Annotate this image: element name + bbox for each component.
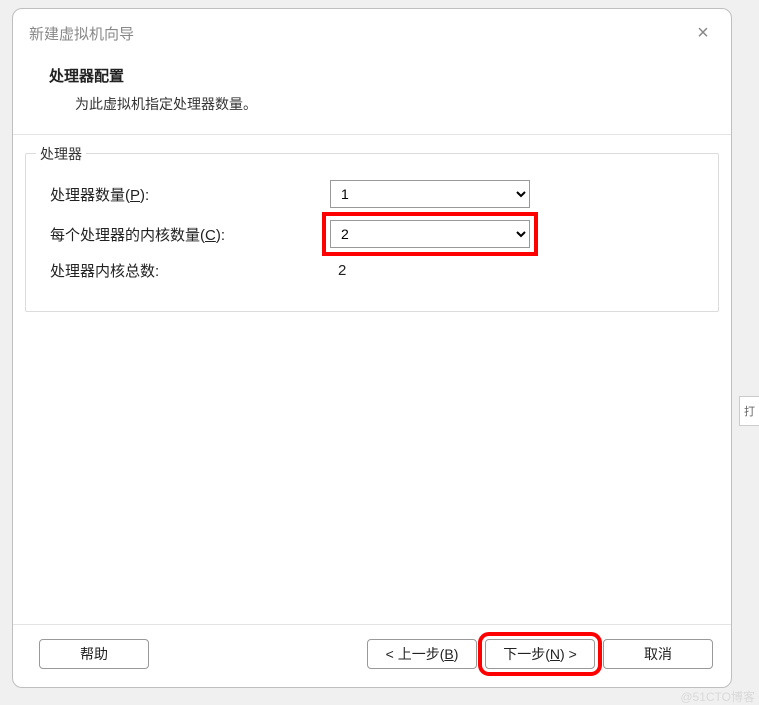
- cores-per-processor-row: 每个处理器的内核数量(C): 2: [50, 220, 704, 248]
- cores-per-processor-label: 每个处理器的内核数量(C):: [50, 224, 330, 245]
- total-cores-value: 2: [330, 262, 346, 279]
- back-button[interactable]: < 上一步(B): [367, 639, 477, 669]
- side-tab[interactable]: 打: [739, 396, 759, 426]
- processor-count-row: 处理器数量(P): 1: [50, 180, 704, 208]
- group-legend: 处理器: [36, 144, 86, 164]
- close-icon[interactable]: ×: [691, 21, 715, 45]
- page-subtitle: 为此虚拟机指定处理器数量。: [49, 94, 695, 114]
- processor-count-select[interactable]: 1: [330, 180, 530, 208]
- wizard-dialog: 新建虚拟机向导 × 处理器配置 为此虚拟机指定处理器数量。 处理器 处理器数量(…: [12, 8, 732, 688]
- next-button[interactable]: 下一步(N) >: [485, 639, 595, 669]
- titlebar: 新建虚拟机向导 ×: [13, 9, 731, 57]
- dialog-title: 新建虚拟机向导: [29, 23, 691, 44]
- total-cores-row: 处理器内核总数: 2: [50, 260, 704, 281]
- help-button[interactable]: 帮助: [39, 639, 149, 669]
- header: 处理器配置 为此虚拟机指定处理器数量。: [13, 57, 731, 135]
- page-title: 处理器配置: [49, 65, 695, 86]
- footer: 帮助 < 上一步(B) 下一步(N) > 取消: [13, 624, 731, 687]
- processor-count-label: 处理器数量(P):: [50, 184, 330, 205]
- cancel-button[interactable]: 取消: [603, 639, 713, 669]
- processors-group: 处理器 处理器数量(P): 1 每个处理器的内核数量(C): 2: [25, 153, 719, 312]
- watermark: @51CTO博客: [680, 688, 755, 705]
- cores-per-processor-select[interactable]: 2: [330, 220, 530, 248]
- total-cores-label: 处理器内核总数:: [50, 260, 330, 281]
- body: 处理器 处理器数量(P): 1 每个处理器的内核数量(C): 2: [13, 135, 731, 624]
